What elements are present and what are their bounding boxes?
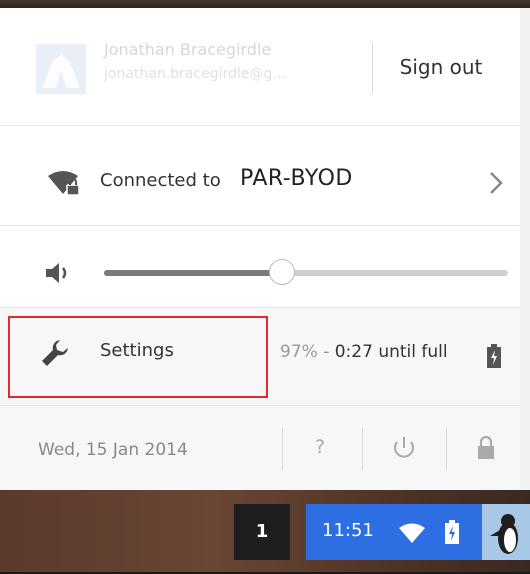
battery-charging-icon bbox=[487, 344, 501, 368]
settings-button[interactable]: Settings bbox=[100, 340, 174, 361]
lock-icon bbox=[478, 435, 494, 459]
connected-label: Connected to bbox=[100, 170, 221, 191]
battery-charging-icon bbox=[445, 520, 459, 544]
network-name: PAR-BYOD bbox=[240, 166, 353, 191]
sign-out-button[interactable]: Sign out bbox=[374, 42, 508, 92]
lock-button[interactable] bbox=[466, 424, 506, 472]
penguin-avatar-icon bbox=[490, 514, 518, 554]
battery-time: 0:27 until full bbox=[334, 342, 448, 362]
user-row: Jonathan Bracegirdle jonathan.bracegirdl… bbox=[0, 8, 520, 126]
volume-slider-thumb[interactable] bbox=[269, 259, 295, 285]
volume-slider-fill bbox=[104, 270, 282, 276]
help-label: ? bbox=[314, 436, 326, 458]
battery-percent: 97% - bbox=[280, 342, 330, 362]
clock: 11:51 bbox=[322, 520, 374, 541]
divider bbox=[372, 42, 373, 94]
chevron-right-icon[interactable] bbox=[488, 170, 504, 196]
tray-user-avatar bbox=[482, 504, 530, 560]
divider bbox=[282, 428, 283, 470]
shelf: 1 11:51 bbox=[0, 490, 530, 574]
panel-edge bbox=[520, 8, 530, 490]
help-button[interactable]: ? bbox=[300, 424, 340, 472]
settings-battery-row: Settings 97% - 0:27 until full bbox=[0, 308, 520, 406]
power-icon bbox=[394, 437, 414, 458]
date-actions-row: Wed, 15 Jan 2014 ? bbox=[0, 406, 520, 490]
wrench-icon bbox=[42, 340, 68, 366]
user-name: Jonathan Bracegirdle bbox=[104, 40, 272, 59]
network-row[interactable]: Connected to PAR-BYOD bbox=[0, 126, 520, 226]
window-count-badge[interactable]: 1 bbox=[234, 504, 290, 560]
system-tray-menu: Jonathan Bracegirdle jonathan.bracegirdl… bbox=[0, 8, 520, 490]
user-avatar bbox=[36, 44, 86, 94]
desktop-top-edge bbox=[0, 0, 530, 8]
status-tray-button[interactable]: 11:51 bbox=[306, 504, 530, 560]
divider bbox=[362, 428, 363, 470]
wifi-lock-icon bbox=[48, 171, 80, 196]
wifi-icon bbox=[399, 523, 425, 543]
user-email: jonathan.bracegirdle@g... bbox=[104, 66, 286, 82]
date-label: Wed, 15 Jan 2014 bbox=[38, 440, 188, 460]
battery-status: 97% - 0:27 until full bbox=[280, 342, 448, 362]
divider bbox=[446, 428, 447, 470]
speaker-icon[interactable] bbox=[44, 260, 74, 286]
power-button[interactable] bbox=[384, 424, 424, 472]
volume-row bbox=[0, 226, 520, 308]
volume-slider[interactable] bbox=[104, 259, 508, 285]
